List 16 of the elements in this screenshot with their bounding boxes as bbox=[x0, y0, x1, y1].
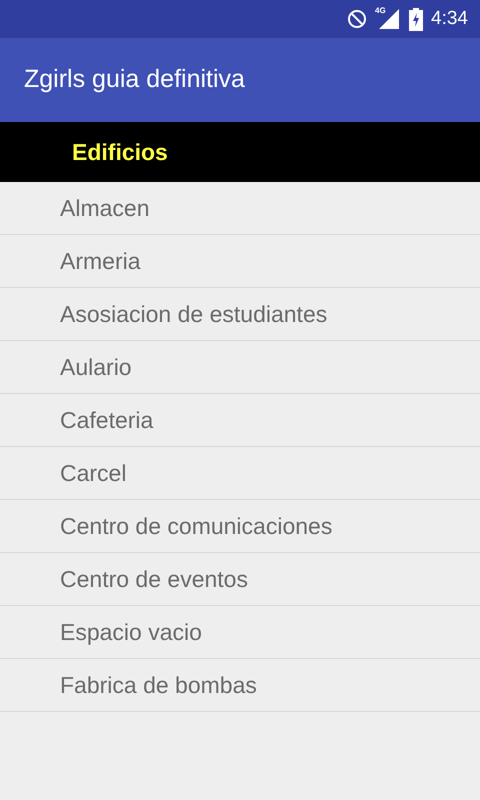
battery-charging-icon bbox=[409, 7, 424, 31]
do-not-disturb-icon bbox=[347, 9, 368, 29]
list-item[interactable]: Aulario bbox=[0, 341, 480, 394]
list-item[interactable]: Armeria bbox=[0, 235, 480, 288]
app-title: Zgirls guia definitiva bbox=[24, 64, 245, 96]
list-item[interactable]: Centro de comunicaciones bbox=[0, 500, 480, 553]
list-item[interactable]: Fabrica de bombas bbox=[0, 659, 480, 712]
list-item[interactable]: Centro de eventos bbox=[0, 553, 480, 606]
network-type: 4G bbox=[375, 7, 386, 15]
section-title: Edificios bbox=[72, 138, 168, 167]
list-item[interactable]: Espacio vacio bbox=[0, 606, 480, 659]
list-item[interactable]: Asosiacion de estudiantes bbox=[0, 288, 480, 341]
clock-time: 4:34 bbox=[431, 6, 468, 31]
list-item[interactable]: Almacen bbox=[0, 182, 480, 235]
list-item[interactable]: Cafeteria bbox=[0, 394, 480, 447]
list-item[interactable]: Carcel bbox=[0, 447, 480, 500]
